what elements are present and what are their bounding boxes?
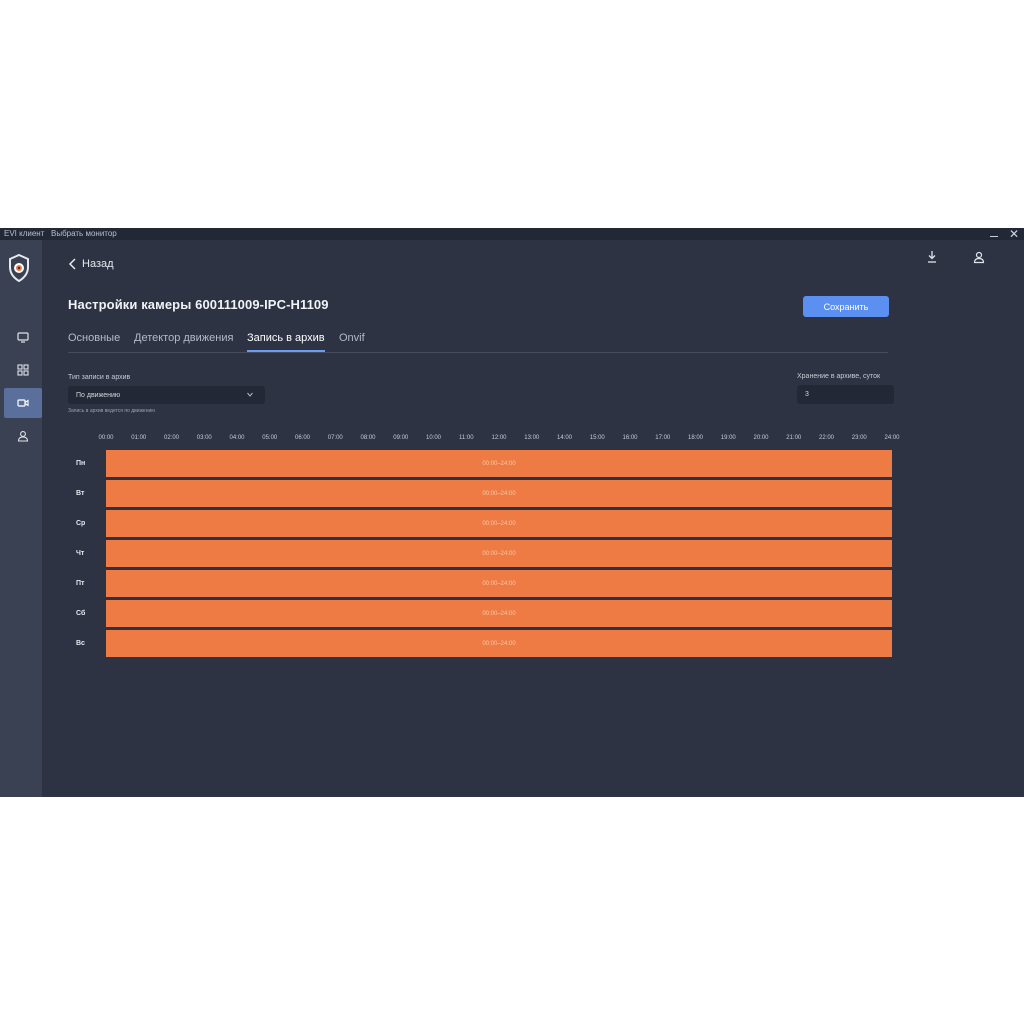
record-type-hint: Запись в архив ведется по движению [68,408,155,414]
close-button[interactable]: ✕ [1009,228,1019,241]
chevron-down-icon [247,392,253,397]
retention-label: Хранение в архиве, суток [797,373,881,380]
hour-tick-label: 07:00 [327,435,343,441]
day-label: Сб [76,610,86,617]
recording-interval-bar[interactable]: 00:00–24:00 [106,570,892,597]
day-label: Вс [76,640,85,647]
hour-tick-label: 22:00 [818,435,835,441]
hour-tick-label: 15:00 [589,435,605,441]
hour-tick-label: 04:00 [229,435,245,441]
hour-scale: 00:00 01:00 02:00 03:00 04:00 05:00 06:00 07:00… [0,435,1024,445]
recording-interval-bar[interactable]: 00:00–24:00 [106,540,892,567]
retention-input[interactable]: 3 [797,385,894,404]
schedule-row: Вт 00:00–24:00 [0,480,1024,507]
tab-motion-detector[interactable]: Детектор движения [134,332,233,352]
interval-range-label: 00:00–24:00 [482,610,516,617]
chevron-left-icon [68,258,76,270]
schedule-row: Сб 00:00–24:00 [0,600,1024,627]
recording-interval-bar[interactable]: 00:00–24:00 [106,450,892,477]
hour-tick-label: 16:00 [622,435,638,441]
hour-tick-label: 00:00 [98,435,114,441]
hour-tick-label: 20:00 [753,435,769,441]
schedule-row: Ср 00:00–24:00 [0,510,1024,537]
minimize-button[interactable] [988,228,1000,240]
schedule-row: Чт 00:00–24:00 [0,540,1024,567]
hour-tick-label: 13:00 [524,435,540,441]
hour-tick-label: 18:00 [687,435,704,441]
sidebar-item-monitors[interactable] [4,322,42,352]
hour-tick-label: 24:00 [884,435,900,441]
recording-interval-bar[interactable]: 00:00–24:00 [106,630,892,657]
hour-tick-label: 01:00 [131,435,147,441]
interval-range-label: 00:00–24:00 [482,640,516,647]
day-label: Чт [76,550,85,557]
tab-archive-recording[interactable]: Запись в архив [247,332,325,352]
day-label: Пт [76,580,85,587]
hour-tick-label: 12:00 [491,435,507,441]
download-icon[interactable] [926,250,938,264]
camera-icon [17,399,29,407]
hour-tick-label: 02:00 [163,435,180,441]
monitor-icon [17,332,29,343]
title-bar: EVI клиент Выбрать монитор ✕ [0,228,1024,241]
hour-tick-label: 19:00 [720,435,736,441]
hour-tick-label: 05:00 [262,435,278,441]
sidebar-item-cameras[interactable] [4,388,42,418]
select-monitor-menu[interactable]: Выбрать монитор [51,229,117,238]
hour-tick-label: 11:00 [458,435,474,441]
hour-tick-label: 10:00 [425,435,442,441]
hour-tick-label: 03:00 [196,435,212,441]
interval-range-label: 00:00–24:00 [482,580,516,587]
hour-tick-label: 08:00 [360,435,376,441]
hour-tick-label: 21:00 [786,435,802,441]
app-name: EVI клиент [4,229,45,238]
app-window: EVI клиент Выбрать монитор ✕ Назад Настр… [0,228,1024,797]
retention-value: 3 [805,391,809,398]
hour-tick-label: 14:00 [556,435,573,441]
record-type-label: Тип записи в архив [68,374,131,381]
day-label: Ср [76,520,86,527]
schedule-row: Пн 00:00–24:00 [0,450,1024,477]
day-label: Вт [76,490,85,497]
grid-icon [17,364,29,376]
save-button[interactable]: Сохранить [803,296,889,317]
hour-tick-label: 23:00 [851,435,867,441]
profile-user-icon[interactable] [973,250,985,264]
sidebar-item-layouts[interactable] [4,355,42,385]
day-label: Пн [76,460,86,467]
shield-logo-icon [9,254,29,282]
tab-bar: Основные Детектор движения Запись в архи… [68,332,888,353]
record-type-select[interactable]: По движению [68,386,265,404]
interval-range-label: 00:00–24:00 [482,460,516,467]
record-type-value: По движению [76,391,121,399]
recording-interval-bar[interactable]: 00:00–24:00 [106,510,892,537]
interval-range-label: 00:00–24:00 [482,550,516,557]
interval-range-label: 00:00–24:00 [482,520,516,527]
page-title: Настройки камеры 600111009-IPC-H1109 [68,297,329,312]
interval-range-label: 00:00–24:00 [482,490,516,497]
schedule-row: Вс 00:00–24:00 [0,630,1024,657]
schedule-row: Пт 00:00–24:00 [0,570,1024,597]
recording-interval-bar[interactable]: 00:00–24:00 [106,600,892,627]
hour-tick-label: 17:00 [655,435,671,441]
tab-general[interactable]: Основные [68,332,120,352]
back-button[interactable]: Назад [68,258,114,270]
tab-onvif[interactable]: Onvif [339,332,365,352]
recording-interval-bar[interactable]: 00:00–24:00 [106,480,892,507]
hour-tick-label: 06:00 [294,435,311,441]
back-label: Назад [82,258,114,270]
hour-tick-label: 09:00 [393,435,409,441]
